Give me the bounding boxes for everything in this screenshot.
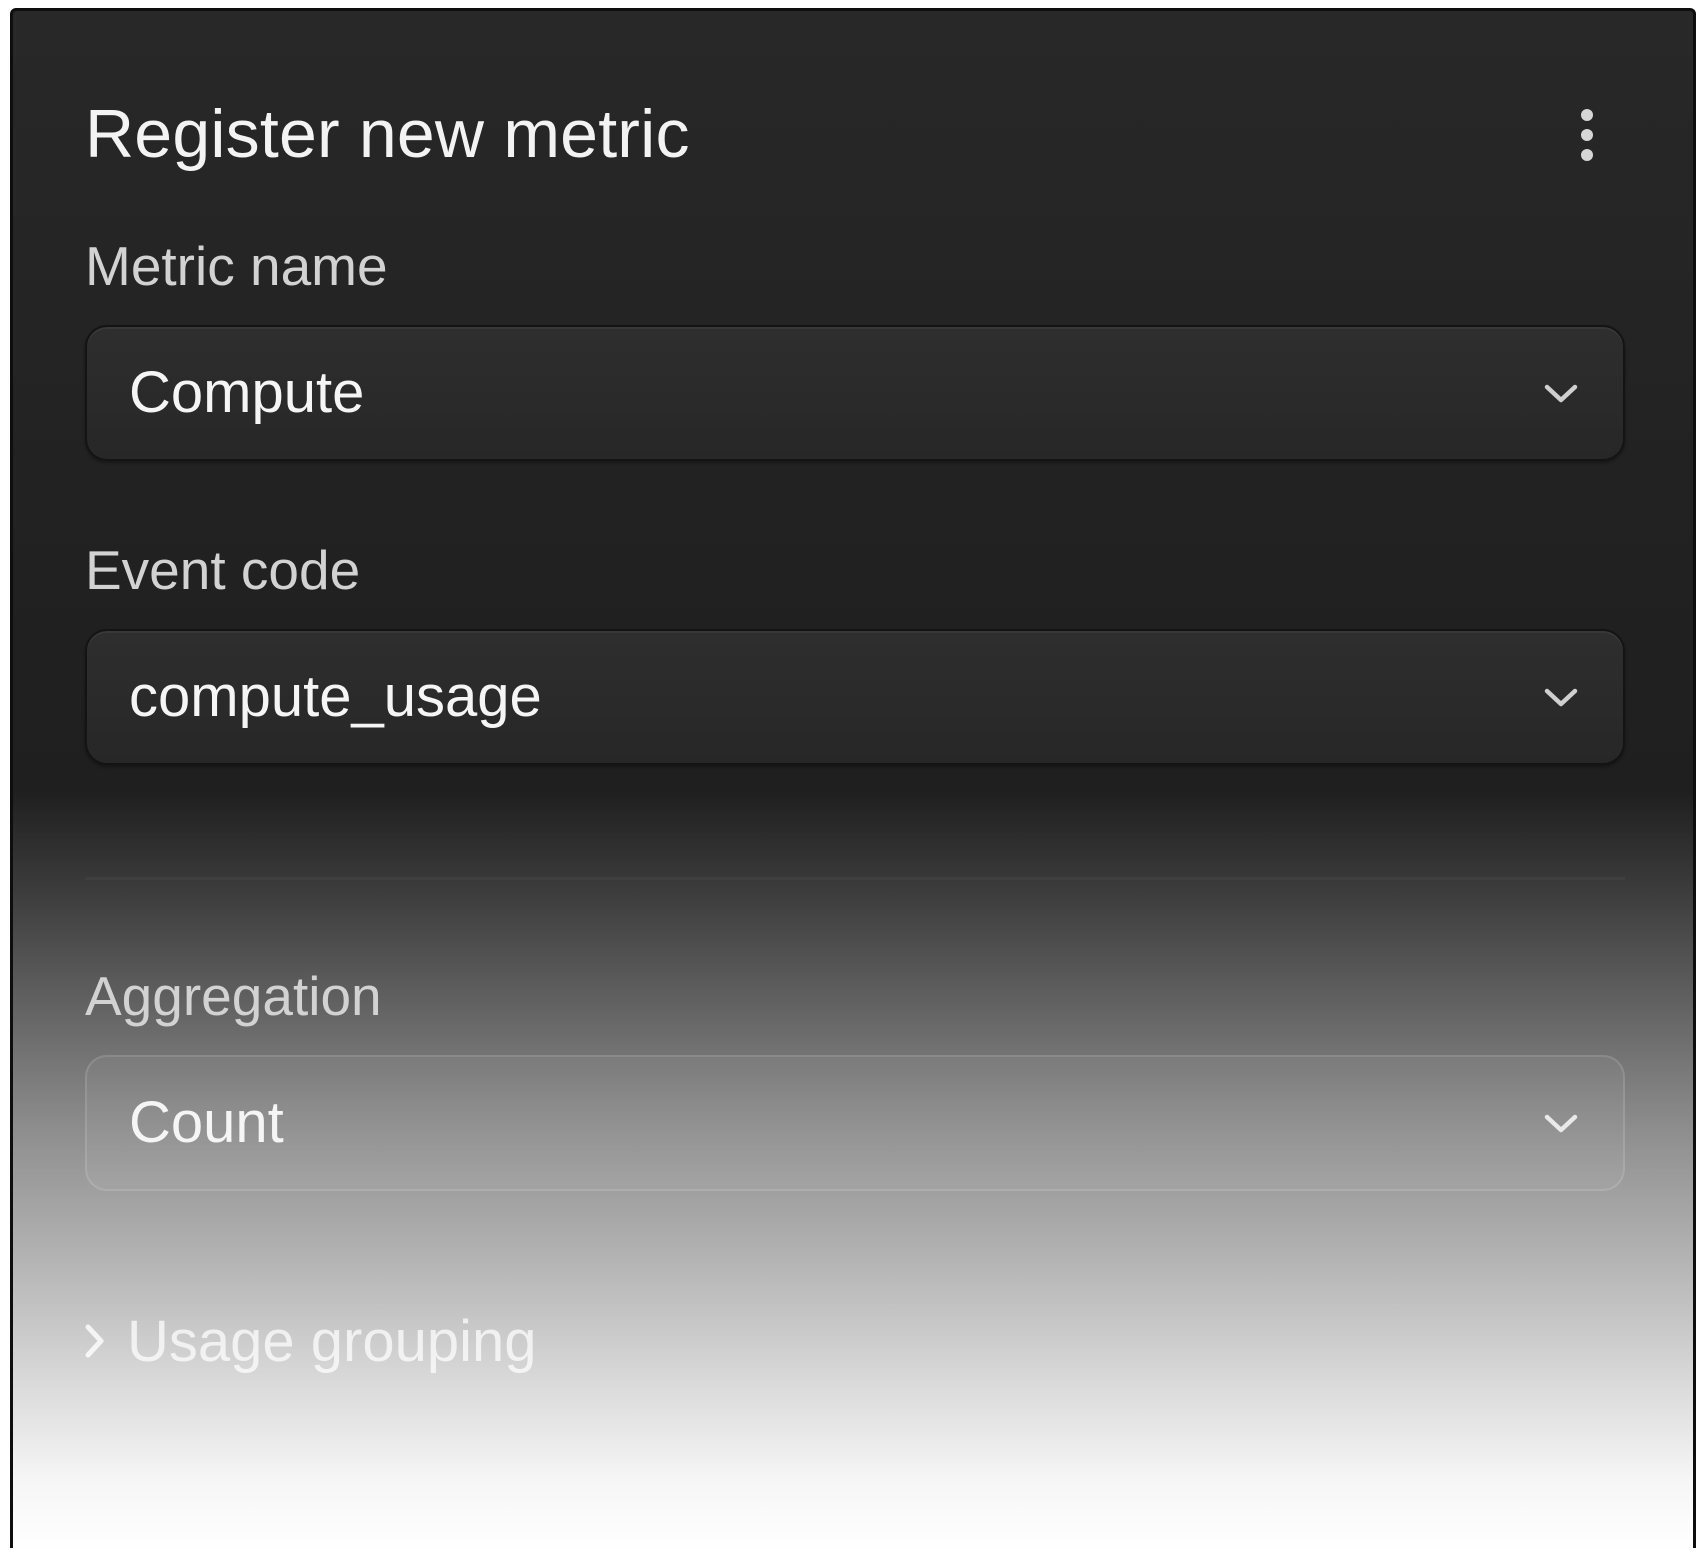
chevron-down-icon <box>1544 688 1578 707</box>
aggregation-value: Count <box>129 1090 284 1155</box>
chevron-down-icon <box>1544 384 1578 403</box>
more-options-button[interactable] <box>1563 105 1611 165</box>
metric-name-label: Metric name <box>85 235 388 297</box>
panel-header: Register new metric <box>85 89 1621 179</box>
chevron-right-icon <box>85 1324 104 1358</box>
metric-name-select[interactable]: Compute <box>85 325 1625 461</box>
event-code-select[interactable]: compute_usage <box>85 629 1625 765</box>
usage-grouping-toggle[interactable]: Usage grouping <box>79 1301 537 1381</box>
register-metric-panel: Register new metric Metric name Compute … <box>10 8 1696 1548</box>
more-vertical-icon <box>1581 109 1593 161</box>
aggregation-label: Aggregation <box>85 965 382 1027</box>
section-divider <box>85 877 1625 880</box>
event-code-value: compute_usage <box>129 664 542 729</box>
chevron-down-icon <box>1544 1114 1578 1133</box>
usage-grouping-label: Usage grouping <box>127 1308 537 1374</box>
aggregation-select[interactable]: Count <box>85 1055 1625 1191</box>
metric-name-value: Compute <box>129 360 365 425</box>
event-code-label: Event code <box>85 539 361 601</box>
page-title: Register new metric <box>85 96 690 172</box>
